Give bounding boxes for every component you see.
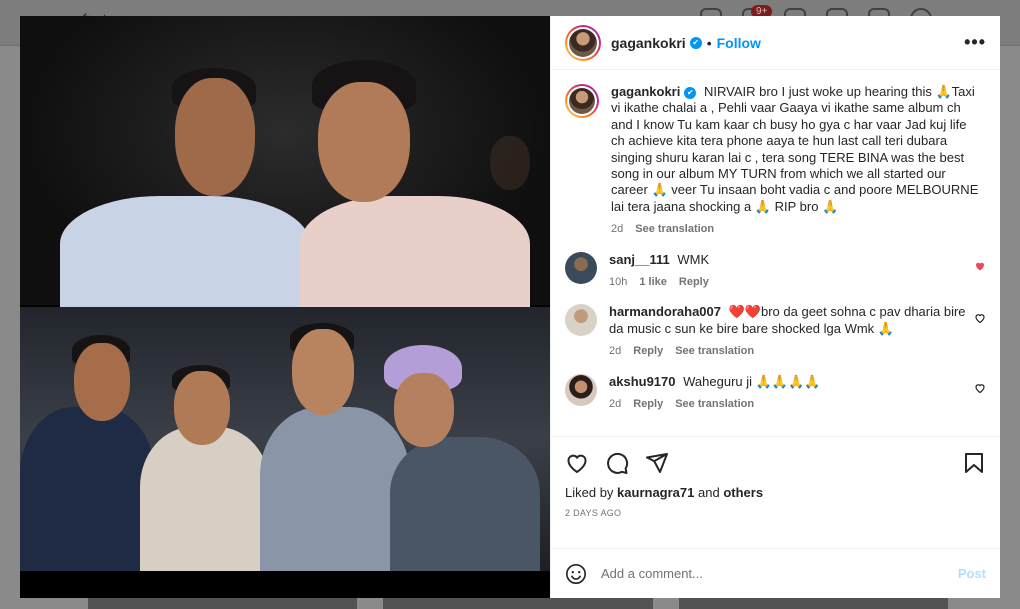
post-photo-bottom — [20, 307, 550, 577]
commenter-avatar[interactable] — [565, 251, 597, 284]
comment-username[interactable]: sanj__111 — [609, 252, 670, 267]
comment-item: akshu9170 Waheguru ji 🙏🙏🙏🙏 2d Reply See … — [565, 373, 986, 413]
reply-button[interactable]: Reply — [679, 274, 709, 290]
see-translation-link[interactable]: See translation — [675, 396, 754, 412]
comment-time[interactable]: 2d — [609, 396, 621, 412]
caption: gagankokri ✔ NIRVAIR bro I just woke up h… — [565, 84, 986, 238]
verified-icon: ✔ — [684, 87, 697, 99]
author-avatar[interactable] — [565, 24, 601, 61]
follow-button[interactable]: Follow — [717, 35, 761, 51]
commenter-avatar[interactable] — [565, 373, 597, 406]
comment-item: sanj__111 WMK 10h 1 like Reply — [565, 251, 986, 291]
comment-meta: 10h 1 like Reply — [609, 274, 969, 290]
comment-time[interactable]: 10h — [609, 274, 627, 290]
post-header: gagankokri ✔ • Follow ••• — [551, 16, 1000, 70]
comments-list[interactable]: gagankokri ✔ NIRVAIR bro I just woke up h… — [551, 70, 1000, 436]
share-icon[interactable] — [645, 451, 669, 475]
liked-by-and: and — [698, 485, 720, 500]
comment-text: Waheguru ji 🙏🙏🙏🙏 — [683, 373, 821, 389]
header-separator: • — [706, 34, 712, 51]
comment-meta: 2d Reply See translation — [609, 343, 969, 359]
caption-time[interactable]: 2d — [611, 221, 623, 237]
author-username[interactable]: gagankokri — [611, 35, 686, 51]
liked-by-others[interactable]: others — [723, 485, 763, 500]
heart-icon[interactable] — [565, 451, 589, 475]
more-icon[interactable]: ••• — [964, 32, 986, 53]
comment-time[interactable]: 2d — [609, 343, 621, 359]
reply-button[interactable]: Reply — [633, 343, 663, 359]
comment-item: harmandoraha007 ❤️❤️bro da geet sohna c … — [565, 304, 986, 359]
post-media[interactable] — [20, 16, 550, 598]
liked-by-prefix: Liked by — [565, 485, 614, 500]
liked-by: Liked by kaurnagra71 and others — [565, 485, 986, 500]
reply-button[interactable]: Reply — [633, 396, 663, 412]
bookmark-icon[interactable] — [962, 451, 986, 475]
post-photo-top — [20, 16, 550, 316]
action-icons — [565, 445, 986, 481]
post-modal: gagankokri ✔ • Follow ••• gagankokri ✔ NI… — [20, 16, 1000, 598]
post-date[interactable]: 2 DAYS AGO — [565, 508, 986, 518]
comment-icon[interactable] — [605, 451, 629, 475]
heart-icon[interactable] — [974, 312, 986, 324]
post-comment-button[interactable]: Post — [958, 566, 986, 581]
post-photo-strip — [20, 571, 550, 598]
liked-by-user[interactable]: kaurnagra71 — [617, 485, 694, 500]
comment-username[interactable]: akshu9170 — [609, 374, 676, 389]
verified-icon: ✔ — [689, 36, 702, 49]
comment-input[interactable] — [601, 566, 958, 581]
comment-meta: 2d Reply See translation — [609, 396, 969, 412]
comment-text: WMK — [677, 251, 710, 267]
see-translation-link[interactable]: See translation — [635, 221, 714, 237]
post-side-panel: gagankokri ✔ • Follow ••• gagankokri ✔ NI… — [550, 16, 1000, 598]
post-actions: Liked by kaurnagra71 and others 2 DAYS A… — [551, 436, 1000, 548]
caption-text: NIRVAIR bro I just woke up hearing this … — [611, 84, 979, 214]
emoji-icon[interactable] — [565, 563, 587, 585]
author-avatar[interactable] — [565, 84, 599, 118]
caption-meta: 2d See translation — [611, 221, 981, 237]
heart-icon[interactable] — [974, 382, 986, 394]
commenter-avatar[interactable] — [565, 304, 597, 337]
see-translation-link[interactable]: See translation — [675, 343, 754, 359]
comment-composer: Post — [551, 548, 1000, 598]
comment-likes[interactable]: 1 like — [639, 274, 667, 290]
comment-username[interactable]: harmandoraha007 — [609, 304, 721, 319]
caption-username[interactable]: gagankokri — [611, 84, 680, 99]
heart-icon[interactable] — [974, 260, 986, 272]
